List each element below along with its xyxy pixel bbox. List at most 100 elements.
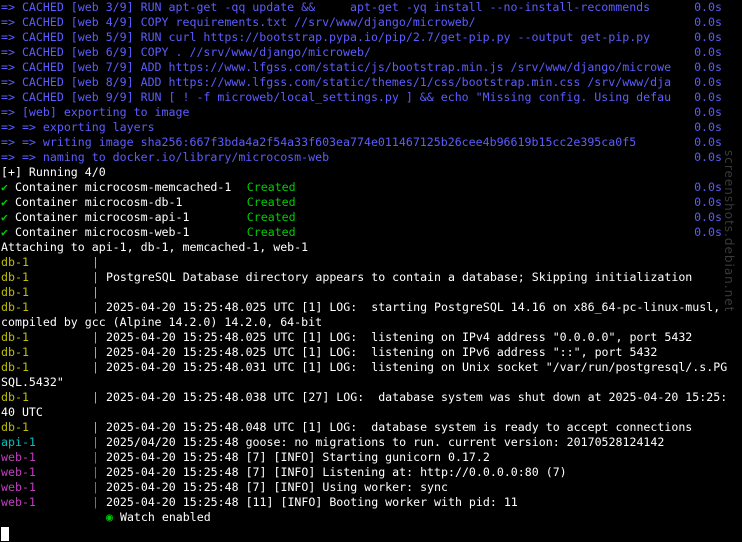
service-label: db-1	[1, 330, 29, 344]
build-log-line: => CACHED [web 6/9] COPY . //srv/www/dja…	[1, 45, 742, 60]
log-line: 40 UTC	[1, 405, 742, 420]
check-icon: ✔	[1, 180, 8, 194]
container-status-line: ✔ Container microcosm-api-1 Created 0.0s	[1, 210, 742, 225]
log-message: 2025/04/20 15:25:48 goose: no migrations…	[105, 435, 665, 449]
log-message: 2025-04-20 15:25:48.038 UTC [27] LOG: da…	[105, 390, 728, 404]
build-log-line: => [web] exporting to image 0.0s	[1, 105, 742, 120]
attaching-line: Attaching to api-1, db-1, memcached-1, w…	[1, 240, 309, 254]
container-name: microcosm-web-1	[84, 225, 190, 239]
watch-status-line: ◉ Watch enabled	[1, 510, 742, 525]
build-log-time: 0.0s	[694, 45, 722, 59]
running-header: [+] Running 4/0	[1, 165, 106, 179]
build-log-text: => [web] exporting to image	[1, 105, 190, 119]
container-time: 0.0s	[694, 180, 722, 194]
build-log-line: => CACHED [web 7/9] ADD https://www.lfgs…	[1, 60, 742, 75]
log-message: PostgreSQL Database directory appears to…	[105, 270, 693, 284]
prompt-line[interactable]	[1, 525, 742, 541]
build-log-time: 0.0s	[694, 60, 722, 74]
build-log-time: 0.0s	[694, 0, 722, 14]
service-label: db-1	[1, 285, 29, 299]
log-separator: |	[92, 345, 106, 359]
log-separator: |	[92, 255, 106, 269]
build-log-text: => CACHED [web 8/9] ADD https://www.lfgs…	[1, 75, 672, 89]
check-icon: ✔	[1, 210, 8, 224]
build-log-time: 0.0s	[694, 120, 722, 134]
terminal-window[interactable]: => CACHED [web 3/9] RUN apt-get -qq upda…	[1, 0, 742, 542]
log-separator: |	[92, 270, 106, 284]
container-status: Created	[246, 180, 296, 194]
check-icon: ✔	[1, 195, 8, 209]
build-log-line: => => naming to docker.io/library/microc…	[1, 150, 742, 165]
text-cursor[interactable]	[1, 527, 9, 541]
service-label: db-1	[1, 360, 29, 374]
log-line: db-1 |	[1, 285, 742, 300]
build-log-line: => CACHED [web 9/9] RUN [ ! -f microweb/…	[1, 90, 742, 105]
build-log-text: => CACHED [web 9/9] RUN [ ! -f microweb/…	[1, 90, 672, 104]
container-name: microcosm-api-1	[84, 210, 190, 224]
watch-dot-icon: ◉	[106, 510, 113, 524]
build-log-time: 0.0s	[694, 105, 722, 119]
log-message: 2025-04-20 15:25:48 [7] [INFO] Starting …	[105, 450, 490, 464]
log-separator: |	[92, 285, 106, 299]
service-label: db-1	[1, 300, 29, 314]
log-separator: |	[92, 435, 106, 449]
container-label: Container	[14, 180, 78, 194]
log-message: 2025-04-20 15:25:48 [7] [INFO] Listening…	[105, 465, 567, 479]
service-label: db-1	[1, 345, 29, 359]
build-log-text: => => naming to docker.io/library/microc…	[1, 150, 330, 164]
container-label: Container	[14, 225, 78, 239]
log-line: db-1 | 2025-04-20 15:25:48.048 UTC [1] LO…	[1, 420, 742, 435]
container-name: microcosm-db-1	[84, 195, 183, 209]
log-line: api-1 | 2025/04/20 15:25:48 goose: no mig…	[1, 435, 742, 450]
build-log-time: 0.0s	[694, 75, 722, 89]
build-log-text: => CACHED [web 3/9] RUN apt-get -qq upda…	[1, 0, 651, 14]
log-separator: |	[92, 450, 106, 464]
log-line: db-1 | 2025-04-20 15:25:48.025 UTC [1] LO…	[1, 330, 742, 345]
build-log-line: => => exporting layers 0.0s	[1, 120, 742, 135]
service-label: db-1	[1, 255, 29, 269]
build-log-line: => CACHED [web 5/9] RUN curl https://boo…	[1, 30, 742, 45]
container-name: microcosm-memcached-1	[84, 180, 232, 194]
log-line: compiled by gcc (Alpine 14.2.0) 14.2.0, …	[1, 315, 742, 330]
log-message: 2025-04-20 15:25:48.031 UTC [1] LOG: lis…	[105, 360, 728, 374]
log-line: db-1 |	[1, 255, 742, 270]
build-log-text: => => exporting layers	[1, 120, 155, 134]
service-label: db-1	[1, 420, 29, 434]
log-message: compiled by gcc (Alpine 14.2.0) 14.2.0, …	[1, 315, 323, 329]
build-log-time: 0.0s	[694, 135, 722, 149]
container-time: 0.0s	[694, 210, 722, 224]
log-line: web-1 | 2025-04-20 15:25:48 [11] [INFO] B…	[1, 495, 742, 510]
log-message: 2025-04-20 15:25:48.025 UTC [1] LOG: lis…	[105, 330, 693, 344]
build-log-time: 0.0s	[694, 90, 722, 104]
log-line: db-1 | 2025-04-20 15:25:48.038 UTC [27] L…	[1, 390, 742, 405]
service-label: db-1	[1, 390, 29, 404]
check-icon: ✔	[1, 225, 8, 239]
service-label: web-1	[1, 465, 36, 479]
container-status-line: ✔ Container microcosm-db-1 Created 0.0s	[1, 195, 742, 210]
service-label: web-1	[1, 450, 36, 464]
log-message: 40 UTC	[1, 405, 43, 419]
log-separator: |	[92, 420, 106, 434]
log-line: web-1 | 2025-04-20 15:25:48 [7] [INFO] Li…	[1, 465, 742, 480]
container-time: 0.0s	[694, 225, 722, 239]
service-label: web-1	[1, 495, 36, 509]
service-label: db-1	[1, 270, 29, 284]
log-separator: |	[92, 300, 106, 314]
service-label: api-1	[1, 435, 36, 449]
container-status: Created	[246, 195, 296, 209]
build-log-line: => CACHED [web 4/9] COPY requirements.tx…	[1, 15, 742, 30]
log-message: 2025-04-20 15:25:48 [7] [INFO] Using wor…	[105, 480, 448, 494]
log-line: SQL.5432"	[1, 375, 742, 390]
log-line: db-1 | 2025-04-20 15:25:48.031 UTC [1] LO…	[1, 360, 742, 375]
build-log-time: 0.0s	[694, 30, 722, 44]
watch-status-text: Watch enabled	[119, 510, 211, 524]
build-log-line: => => writing image sha256:667f3bda4a2f5…	[1, 135, 742, 150]
log-message: 2025-04-20 15:25:48 [11] [INFO] Booting …	[105, 495, 518, 509]
log-separator: |	[92, 465, 106, 479]
log-message: SQL.5432"	[1, 375, 64, 389]
log-message: 2025-04-20 15:25:48.048 UTC [1] LOG: dat…	[105, 420, 693, 434]
service-label: web-1	[1, 480, 36, 494]
build-log-line: => CACHED [web 8/9] ADD https://www.lfgs…	[1, 75, 742, 90]
build-log-text: => CACHED [web 4/9] COPY requirements.tx…	[1, 15, 476, 29]
build-log-text: => CACHED [web 5/9] RUN curl https://boo…	[1, 30, 651, 44]
